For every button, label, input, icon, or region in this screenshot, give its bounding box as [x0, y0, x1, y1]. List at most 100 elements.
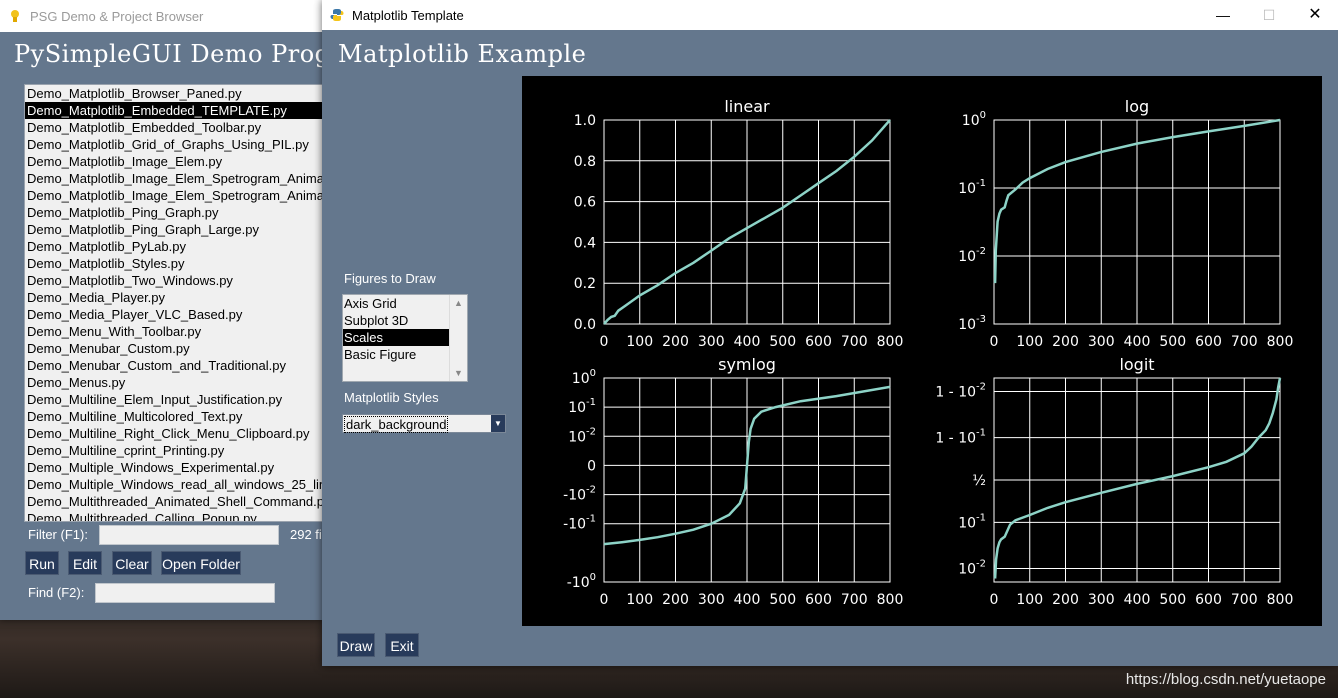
browser-titlebar[interactable]: PSG Demo & Project Browser: [0, 0, 322, 32]
file-list-item[interactable]: Demo_Matplotlib_Embedded_TEMPLATE.py: [25, 102, 323, 119]
y-tick-text: 0: [587, 458, 596, 474]
file-list-item[interactable]: Demo_Multithreaded_Animated_Shell_Comman…: [25, 493, 323, 510]
file-list-item[interactable]: Demo_Matplotlib_PyLab.py: [25, 238, 323, 255]
file-list-item[interactable]: Demo_Matplotlib_Two_Windows.py: [25, 272, 323, 289]
file-list-item[interactable]: Demo_Matplotlib_Image_Elem.py: [25, 153, 323, 170]
figure-list-item[interactable]: Basic Figure: [343, 346, 449, 363]
clear-button[interactable]: Clear: [112, 551, 152, 575]
edit-button[interactable]: Edit: [68, 551, 102, 575]
draw-button[interactable]: Draw: [337, 633, 375, 657]
y-tick-base: -10: [563, 488, 586, 504]
file-list-item[interactable]: Demo_Matplotlib_Ping_Graph_Large.py: [25, 221, 323, 238]
figures-listbox[interactable]: Axis Grid Subplot 3D Scales Basic Figure ▲ …: [342, 294, 468, 382]
file-list-item[interactable]: Demo_Matplotlib_Image_Elem_Spetrogram_An…: [25, 187, 323, 204]
maximize-button[interactable]: ☐: [1246, 0, 1292, 30]
file-list-item[interactable]: Demo_Matplotlib_Grid_of_Graphs_Using_PIL…: [25, 136, 323, 153]
y-tick-exp: -2: [976, 381, 986, 392]
figure-list-item[interactable]: Scales: [343, 329, 449, 346]
file-list-item[interactable]: Demo_Matplotlib_Embedded_Toolbar.py: [25, 119, 323, 136]
file-list-item[interactable]: Demo_Menubar_Custom.py: [25, 340, 323, 357]
x-tick-label: 100: [626, 334, 653, 350]
x-tick-label: 800: [877, 592, 904, 608]
x-tick-label: 300: [1088, 334, 1115, 350]
scroll-up-icon[interactable]: ▲: [450, 296, 467, 310]
minimize-button[interactable]: —: [1200, 0, 1246, 30]
y-tick-label: 1 - 10-1: [935, 428, 986, 447]
y-tick-label: 100: [962, 110, 986, 129]
y-tick-label: 0.6: [574, 195, 596, 211]
x-tick-label: 600: [1195, 592, 1222, 608]
y-tick-label: 10-3: [958, 314, 986, 333]
dropdown-arrow-icon[interactable]: ▼: [491, 415, 505, 432]
chart-title: linear: [724, 97, 770, 116]
figures-scrollbar[interactable]: ▲ ▼: [449, 295, 467, 381]
file-listbox[interactable]: Demo_Matplotlib_Browser_Paned.py Demo_Mat…: [24, 84, 324, 522]
x-tick-label: 400: [1124, 592, 1151, 608]
figure-list-item[interactable]: Subplot 3D: [343, 312, 449, 329]
scroll-down-icon[interactable]: ▼: [450, 366, 467, 380]
y-tick-exp: -2: [586, 485, 596, 496]
open-folder-button[interactable]: Open Folder: [161, 551, 241, 575]
y-tick-base: 10: [962, 113, 980, 129]
template-window-title: Matplotlib Template: [352, 7, 464, 23]
close-button[interactable]: ✕: [1292, 0, 1338, 30]
template-window: Matplotlib Template — ☐ ✕ Matplotlib Exa…: [322, 0, 1338, 666]
styles-combo[interactable]: dark_background ▼: [342, 414, 506, 433]
x-tick-label: 200: [662, 334, 689, 350]
x-tick-label: 700: [841, 334, 868, 350]
y-tick-base: 10: [958, 562, 976, 578]
file-list-item[interactable]: Demo_Multiline_Multicolored_Text.py: [25, 408, 323, 425]
x-tick-label: 500: [1159, 592, 1186, 608]
y-tick-base: 1 - 10: [935, 431, 976, 447]
file-list-item[interactable]: Demo_Matplotlib_Ping_Graph.py: [25, 204, 323, 221]
file-list-item[interactable]: Demo_Multiline_cprint_Printing.py: [25, 442, 323, 459]
file-list-item[interactable]: Demo_Multiline_Elem_Input_Justification.…: [25, 391, 323, 408]
y-tick-exp: 0: [590, 572, 596, 583]
file-list-item[interactable]: Demo_Media_Player_VLC_Based.py: [25, 306, 323, 323]
x-tick-label: 100: [626, 592, 653, 608]
y-tick-base: 10: [572, 371, 590, 387]
file-list-item[interactable]: Demo_Multiple_Windows_Experimental.py: [25, 459, 323, 476]
y-tick-base: 10: [958, 249, 976, 265]
chart-panel-linear: linear 0 100 200 300 400 500 600 700 800 0.0 0.2 0.4…: [574, 97, 904, 350]
file-list-item[interactable]: Demo_Matplotlib_Styles.py: [25, 255, 323, 272]
x-tick-label: 700: [1231, 334, 1258, 350]
figure-list-item[interactable]: Axis Grid: [343, 295, 449, 312]
filter-label: Filter (F1):: [28, 527, 88, 542]
template-titlebar[interactable]: Matplotlib Template — ☐ ✕: [322, 0, 1338, 30]
x-tick-label: 600: [805, 334, 832, 350]
y-tick-text: 0.8: [574, 154, 596, 170]
y-tick-label: 10-2: [568, 426, 596, 445]
y-tick-label: -10-2: [563, 485, 596, 504]
y-tick-exp: -2: [586, 426, 596, 437]
y-tick-label: 10-1: [958, 178, 986, 197]
y-tick-base: 10: [958, 181, 976, 197]
y-tick-base: 10: [958, 515, 976, 531]
find-input[interactable]: [95, 583, 275, 603]
x-tick-label: 700: [1231, 592, 1258, 608]
y-tick-text: 0.2: [574, 276, 596, 292]
file-list-item[interactable]: Demo_Media_Player.py: [25, 289, 323, 306]
run-button[interactable]: Run: [25, 551, 59, 575]
x-tick-label: 300: [698, 334, 725, 350]
file-list-item[interactable]: Demo_Multiple_Windows_read_all_windows_2…: [25, 476, 323, 493]
file-list-item[interactable]: Demo_Menu_With_Toolbar.py: [25, 323, 323, 340]
x-tick-label: 700: [841, 592, 868, 608]
y-tick-base: -10: [567, 575, 590, 591]
x-tick-label: 600: [805, 592, 832, 608]
file-list-item[interactable]: Demo_Matplotlib_Image_Elem_Spetrogram_An…: [25, 170, 323, 187]
figures-label: Figures to Draw: [344, 271, 436, 286]
file-list-item[interactable]: Demo_Multithreaded_Calling_Popup.py: [25, 510, 323, 521]
file-list-item[interactable]: Demo_Matplotlib_Browser_Paned.py: [25, 85, 323, 102]
y-tick-exp: -3: [976, 314, 986, 325]
template-heading: Matplotlib Example: [338, 40, 587, 68]
y-tick-text: 0.6: [574, 195, 596, 211]
file-list-item[interactable]: Demo_Multiline_Right_Click_Menu_Clipboar…: [25, 425, 323, 442]
file-list-item[interactable]: Demo_Menus.py: [25, 374, 323, 391]
file-list-item[interactable]: Demo_Menubar_Custom_and_Traditional.py: [25, 357, 323, 374]
filter-input[interactable]: [99, 525, 279, 545]
y-tick-label: 10-1: [958, 512, 986, 531]
x-tick-label: 400: [1124, 334, 1151, 350]
exit-button[interactable]: Exit: [385, 633, 419, 657]
y-tick-exp: 0: [980, 110, 986, 121]
